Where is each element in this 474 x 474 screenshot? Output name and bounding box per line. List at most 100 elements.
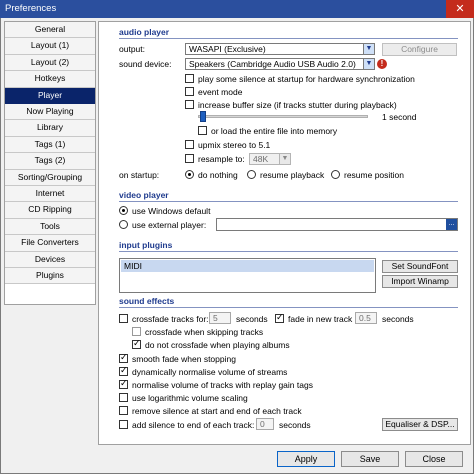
sidebar-item-layout-1[interactable]: Layout (1) — [5, 38, 95, 55]
list-item[interactable]: MIDI — [121, 260, 374, 272]
add-silence-checkbox[interactable] — [119, 420, 128, 429]
sidebar-item-internet[interactable]: Internet — [5, 186, 95, 203]
sidebar-item-hotkeys[interactable]: Hotkeys — [5, 71, 95, 88]
sidebar-item-cd-ripping[interactable]: CD Ripping — [5, 202, 95, 219]
event-mode-label: event mode — [198, 87, 243, 97]
on-startup-label: on startup: — [119, 170, 160, 180]
load-entire-file-label: or load the entire file into memory — [211, 126, 338, 136]
play-silence-label: play some silence at startup for hardwar… — [198, 74, 415, 84]
startup-resume-playback-radio[interactable] — [247, 170, 256, 179]
replay-gain-label: normalise volume of tracks with replay g… — [132, 380, 313, 390]
import-winamp-button[interactable]: Import Winamp — [382, 275, 458, 288]
use-windows-default-radio[interactable] — [119, 206, 128, 215]
audio-player-divider — [119, 38, 458, 39]
preferences-window: General Layout (1) Layout (2) Hotkeys Pl… — [0, 18, 474, 474]
fade-in-checkbox[interactable] — [275, 312, 284, 323]
crossfade-skipping-checkbox[interactable] — [132, 327, 141, 336]
resample-checkbox[interactable] — [185, 154, 194, 163]
chevron-down-icon: ▼ — [279, 154, 290, 164]
player-settings-panel: audio player output: WASAPI (Exclusive) … — [98, 21, 471, 445]
use-external-player-label: use external player: — [132, 220, 207, 230]
use-external-player-radio[interactable] — [119, 220, 128, 229]
resample-label: resample to: — [198, 154, 245, 164]
sound-device-value: Speakers (Cambridge Audio USB Audio 2.0) — [189, 59, 356, 69]
resample-value: 48K — [253, 154, 269, 164]
sidebar-item-tools[interactable]: Tools — [5, 218, 95, 236]
use-windows-default-label: use Windows default — [132, 206, 211, 216]
add-silence-label: add silence to end of each track: — [132, 420, 255, 430]
startup-resume-position-radio[interactable] — [331, 170, 340, 179]
warning-icon: ! — [377, 59, 387, 69]
input-plugins-list[interactable]: MIDI — [119, 258, 376, 293]
remove-silence-checkbox[interactable] — [119, 406, 128, 415]
smooth-fade-label: smooth fade when stopping — [132, 354, 236, 364]
sidebar-item-tags-1[interactable]: Tags (1) — [5, 136, 95, 154]
crossfade-seconds-input[interactable]: 5 — [209, 312, 231, 324]
crossfade-label: crossfade tracks for: — [132, 314, 209, 324]
log-volume-checkbox[interactable] — [119, 393, 128, 402]
chevron-down-icon: ▼ — [363, 59, 374, 69]
no-crossfade-albums-checkbox[interactable] — [132, 338, 141, 349]
external-player-path-input[interactable] — [216, 218, 458, 231]
buffer-value: 1 second — [382, 112, 417, 122]
sidebar-item-devices[interactable]: Devices — [5, 251, 95, 268]
fade-in-label: fade in new track — [288, 314, 353, 324]
sound-device-select[interactable]: Speakers (Cambridge Audio USB Audio 2.0)… — [185, 58, 375, 70]
upmix-label: upmix stereo to 5.1 — [198, 140, 271, 150]
load-entire-file-checkbox[interactable] — [198, 126, 207, 135]
apply-button[interactable]: Apply — [277, 451, 335, 467]
sidebar-item-layout-2[interactable]: Layout (2) — [5, 54, 95, 72]
no-crossfade-albums-label: do not crossfade when playing albums — [145, 340, 290, 350]
browse-icon[interactable]: ... — [446, 219, 457, 230]
title-bar: Preferences ✕ — [0, 0, 474, 18]
startup-resume-playback-label: resume playback — [260, 170, 325, 180]
add-silence-seconds-unit: seconds — [279, 420, 311, 430]
audio-player-heading: audio player — [119, 27, 170, 37]
play-silence-checkbox[interactable] — [185, 74, 194, 83]
configure-button[interactable]: Configure — [382, 43, 457, 56]
sidebar-item-general[interactable]: General — [5, 22, 95, 39]
close-button[interactable]: Close — [405, 451, 463, 467]
set-soundfont-button[interactable]: Set SoundFont — [382, 260, 458, 273]
chevron-down-icon: ▼ — [363, 44, 374, 54]
dynamic-normalise-label: dynamically normalise volume of streams — [132, 367, 288, 377]
startup-do-nothing-label: do nothing — [198, 170, 238, 180]
buffer-slider-thumb[interactable] — [200, 111, 206, 122]
add-silence-seconds-input[interactable]: 0 — [256, 418, 274, 430]
crossfade-checkbox[interactable] — [119, 314, 128, 323]
sidebar-item-library[interactable]: Library — [5, 120, 95, 137]
sidebar-item-player[interactable]: Player — [5, 87, 95, 104]
increase-buffer-checkbox[interactable] — [185, 100, 194, 109]
sound-effects-divider — [119, 307, 458, 308]
output-select[interactable]: WASAPI (Exclusive) ▼ — [185, 43, 375, 55]
event-mode-checkbox[interactable] — [185, 87, 194, 96]
equaliser-dsp-button[interactable]: Equaliser & DSP... — [382, 418, 458, 431]
sound-effects-heading: sound effects — [119, 296, 175, 306]
startup-do-nothing-radio[interactable] — [185, 170, 194, 179]
save-button[interactable]: Save — [341, 451, 399, 467]
crossfade-skipping-label: crossfade when skipping tracks — [145, 327, 264, 337]
log-volume-label: use logarithmic volume scaling — [132, 393, 248, 403]
sidebar-item-now-playing[interactable]: Now Playing — [5, 104, 95, 121]
output-value: WASAPI (Exclusive) — [189, 44, 266, 54]
crossfade-seconds-unit: seconds — [236, 314, 268, 324]
startup-resume-position-label: resume position — [344, 170, 405, 180]
increase-buffer-label: increase buffer size (if tracks stutter … — [198, 100, 397, 110]
input-plugins-heading: input plugins — [119, 240, 173, 250]
dynamic-normalise-checkbox[interactable] — [119, 365, 128, 376]
sound-device-label: sound device: — [119, 59, 172, 69]
resample-select[interactable]: 48K ▼ — [249, 153, 291, 165]
fade-in-seconds-unit: seconds — [382, 314, 414, 324]
sidebar-item-file-converters[interactable]: File Converters — [5, 235, 95, 252]
smooth-fade-checkbox[interactable] — [119, 352, 128, 363]
sidebar-item-sorting-grouping[interactable]: Sorting/Grouping — [5, 169, 95, 186]
upmix-checkbox[interactable] — [185, 140, 194, 149]
sidebar: General Layout (1) Layout (2) Hotkeys Pl… — [4, 21, 96, 305]
sidebar-item-plugins[interactable]: Plugins — [5, 268, 95, 285]
replay-gain-checkbox[interactable] — [119, 378, 128, 389]
buffer-slider-track[interactable] — [198, 115, 368, 118]
close-icon[interactable]: ✕ — [446, 0, 474, 18]
fade-in-seconds-input[interactable]: 0.5 — [355, 312, 377, 324]
video-player-divider — [119, 201, 458, 202]
sidebar-item-tags-2[interactable]: Tags (2) — [5, 153, 95, 170]
